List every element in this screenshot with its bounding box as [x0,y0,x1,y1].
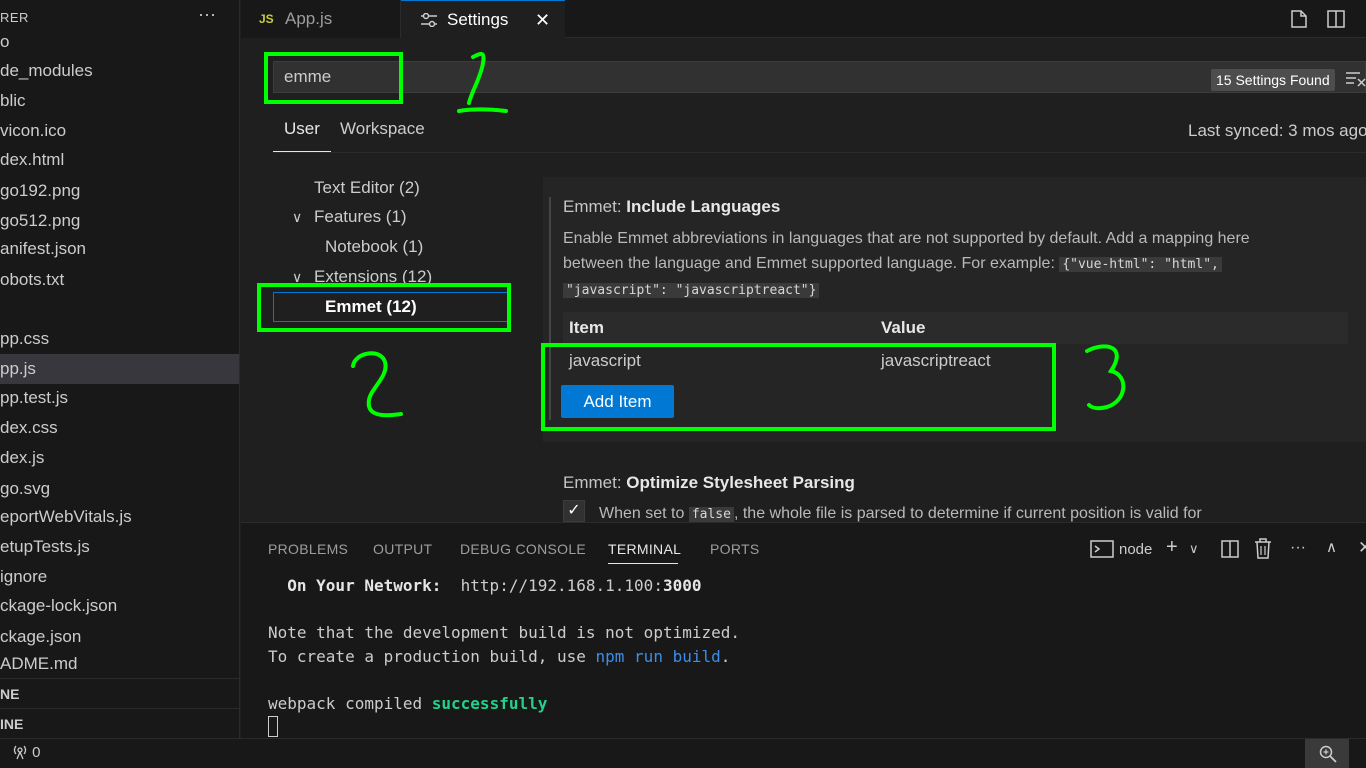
annotation-box-3 [541,343,1056,431]
status-bar: 0 [0,738,1366,768]
toc-text-editor[interactable]: Text Editor (2) [314,178,420,198]
setting-description: When set to false, the whole file is par… [599,505,1202,522]
setting-description: Enable Emmet abbreviations in languages … [563,230,1250,298]
close-icon[interactable]: ✕ [535,1,550,39]
explorer-file-item[interactable]: pp.css [0,324,239,354]
explorer-file-item[interactable]: go.svg [0,474,239,504]
explorer-sidebar: RER ··· o de_modules blic vicon.ico dex.html… [0,0,240,738]
explorer-file-item[interactable]: dex.js [0,443,239,473]
explorer-file-item[interactable]: eportWebVitals.js [0,502,239,532]
tab-label: Settings [447,10,509,29]
explorer-file-item[interactable]: ckage-lock.json [0,591,239,621]
ports-count: 0 [32,744,41,761]
explorer-file-item[interactable]: go192.png [0,176,239,206]
mapping-table-header: Item Value [563,312,1348,344]
tab-workspace-scope[interactable]: Workspace [340,119,425,139]
toc-label: Features (1) [314,207,407,226]
more-actions-icon[interactable]: ··· [198,4,216,25]
broadcast-icon [13,745,27,760]
explorer-file-item[interactable]: ADME.md [0,649,239,679]
zoom-button[interactable] [1305,739,1349,768]
explorer-file-item[interactable]: pp.js [0,354,239,384]
explorer-file-item[interactable]: anifest.json [0,234,239,264]
chevron-down-icon: ∨ [292,209,303,225]
terminal-line-network: On Your Network: http://192.168.1.100:30… [268,576,702,595]
settings-search-box[interactable]: 15 Settings Found [273,61,1366,93]
explorer-file-item[interactable]: obots.txt [0,265,239,295]
timeline-section-header[interactable]: INE [0,708,239,738]
annotation-number-1 [457,51,508,113]
close-panel-icon[interactable]: ✕ [1358,538,1366,558]
terminal-name[interactable]: node [1119,541,1152,558]
bottom-panel: PROBLEMS OUTPUT DEBUG CONSOLE TERMINAL P… [241,522,1366,738]
settings-editor: 15 Settings Found User Workspace Last sy… [241,39,1366,522]
explorer-file-item[interactable]: dex.html [0,145,239,175]
split-terminal-icon[interactable] [1220,539,1240,559]
panel-tab-terminal[interactable]: TERMINAL [608,541,681,557]
explorer-file-item[interactable]: ckage.json [0,622,239,652]
setting-title-optimize-stylesheet: Emmet: Optimize Stylesheet Parsing [563,473,855,492]
annotation-box-2 [257,283,511,332]
terminal-dropdown-icon[interactable]: ∨ [1189,541,1199,557]
explorer-file-item[interactable]: dex.css [0,413,239,443]
explorer-file-item[interactable]: ignore [0,562,239,592]
explorer-file-item[interactable]: de_modules [0,56,239,86]
tab-settings[interactable]: Settings ✕ [401,0,565,38]
column-item-header: Item [569,318,604,337]
setting-title-include-languages: Emmet: Include Languages [563,197,781,216]
explorer-file-item[interactable]: o [0,27,239,57]
settings-found-count: 15 Settings Found [1211,69,1335,91]
annotation-number-2 [351,351,403,418]
optimize-stylesheet-checkbox[interactable]: ✓ [563,500,585,522]
terminal-icon [1090,540,1114,558]
explorer-file-item[interactable] [0,294,239,324]
terminal-line-build-hint: To create a production build, use npm ru… [268,647,731,666]
split-editor-icon[interactable] [1325,8,1347,30]
tab-app-js[interactable]: JS App.js [241,0,401,38]
annotation-box-1 [264,52,403,104]
active-panel-indicator [608,563,678,564]
more-actions-icon[interactable]: ··· [1290,539,1306,557]
annotation-number-3 [1085,344,1126,411]
column-value-header: Value [881,318,926,337]
trash-icon[interactable] [1254,538,1272,559]
panel-tab-debug-console[interactable]: DEBUG CONSOLE [460,541,586,557]
divider [273,152,1366,153]
explorer-file-item[interactable]: blic [0,86,239,116]
editor-tab-bar: JS App.js Settings ✕ [241,0,1366,38]
tab-user-scope[interactable]: User [284,119,320,139]
clear-search-icon[interactable] [1346,71,1366,87]
terminal-line-compiled: webpack compiled successfully [268,694,548,713]
explorer-file-item[interactable]: vicon.ico [0,116,239,146]
panel-tab-problems[interactable]: PROBLEMS [268,541,348,557]
terminal-cursor[interactable] [268,716,278,737]
toc-features[interactable]: ∨ Features (1) [292,207,407,227]
last-synced-status: Last synced: 3 mos ago [1188,121,1366,140]
explorer-title: RER [0,10,29,25]
zoom-in-icon [1319,745,1337,763]
tab-label: App.js [285,9,333,28]
new-terminal-icon[interactable]: + [1166,536,1178,559]
settings-sliders-icon [421,13,437,27]
explorer-file-item[interactable]: etupTests.js [0,532,239,562]
open-settings-json-icon[interactable] [1288,8,1310,30]
outline-section-header[interactable]: NE [0,678,239,708]
javascript-file-icon: JS [259,12,274,26]
forwarded-ports-status[interactable]: 0 [12,744,41,761]
maximize-panel-icon[interactable]: ∧ [1326,538,1337,556]
panel-tab-output[interactable]: OUTPUT [373,541,432,557]
panel-tab-ports[interactable]: PORTS [710,541,759,557]
explorer-file-item[interactable]: pp.test.js [0,383,239,413]
terminal-line-note: Note that the development build is not o… [268,623,741,642]
toc-notebook[interactable]: Notebook (1) [325,237,423,257]
explorer-file-item[interactable]: go512.png [0,206,239,236]
